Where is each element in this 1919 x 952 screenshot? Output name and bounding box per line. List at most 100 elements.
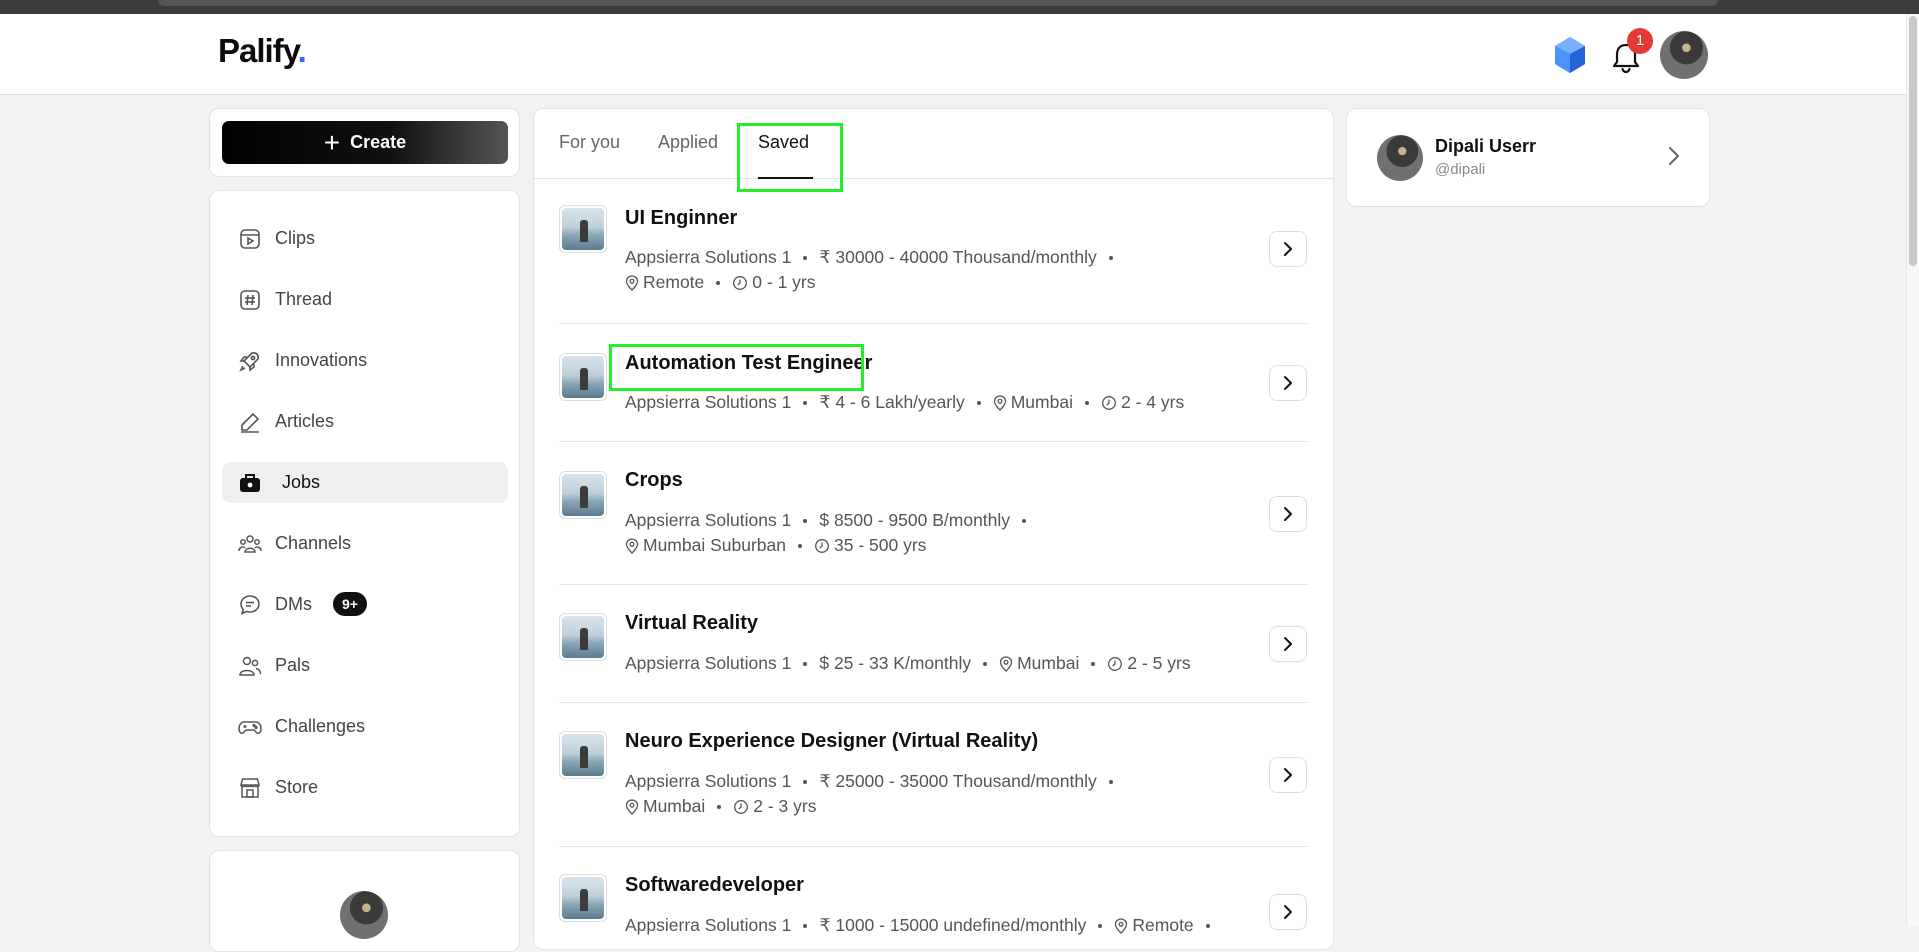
sidebar-item-thread[interactable]: Thread (222, 279, 508, 320)
sidebar-item-label: Challenges (275, 716, 366, 736)
clips-icon (240, 229, 260, 249)
job-meta-line: Appsierra Solutions 1 $ 25 - 33 K/monthl… (625, 653, 1191, 674)
location: Mumbai Suburban (643, 535, 786, 555)
job-meta-line: Appsierra Solutions 1 ₹ 25000 - 35000 Th… (625, 771, 1125, 792)
avatar[interactable] (340, 891, 388, 939)
salary: ₹ 4 - 6 Lakh/yearly (819, 392, 965, 412)
sidebar-item-jobs[interactable]: Jobs (222, 462, 508, 503)
scrollbar-thumb[interactable] (1909, 16, 1917, 266)
location: Remote (643, 272, 705, 292)
clock-icon (1108, 656, 1123, 671)
sidebar-item-label: Innovations (275, 350, 368, 370)
sidebar-item-challenges[interactable]: Challenges (222, 706, 508, 747)
gamepad-icon (238, 721, 262, 734)
sidebar-item-label: Clips (275, 228, 316, 248)
tab-saved[interactable]: Saved (758, 132, 809, 153)
sidebar-item-label: Articles (275, 411, 335, 431)
sidebar-item-store[interactable]: Store (222, 767, 508, 808)
chevron-right-icon (1284, 376, 1292, 390)
job-card[interactable]: Softwaredeveloper Appsierra Solutions 1 … (559, 846, 1307, 949)
company-name: Appsierra Solutions 1 (625, 247, 792, 267)
sidebar-item-channels[interactable]: Channels (222, 523, 508, 564)
location: Mumbai (643, 796, 706, 816)
job-card[interactable]: Automation Test Engineer Appsierra Solut… (559, 323, 1307, 442)
company-logo (559, 205, 607, 253)
chevron-right-icon (1284, 905, 1292, 919)
user-avatar[interactable] (1660, 31, 1708, 79)
sidebar-item-label: DMs (275, 594, 312, 614)
location-pin-icon (993, 394, 1006, 411)
job-card[interactable]: UI Enginner Appsierra Solutions 1 ₹ 3000… (559, 179, 1307, 324)
sidebar-item-clips[interactable]: Clips (222, 218, 508, 259)
clock-icon (733, 275, 748, 290)
open-job-button[interactable] (1269, 757, 1307, 793)
company-name: Appsierra Solutions 1 (625, 771, 792, 791)
job-title[interactable]: UI Enginner (625, 207, 737, 230)
experience: 2 - 3 yrs (753, 796, 817, 816)
mini-profile-card (209, 850, 520, 952)
clock-icon (734, 799, 749, 814)
location-pin-icon (625, 537, 639, 554)
job-meta-line: Remote 0 - 1 yrs (625, 272, 816, 293)
palify-logo[interactable]: Palify. (218, 32, 307, 70)
tab-for-you[interactable]: For you (559, 132, 620, 153)
browser-chrome-strip (0, 0, 1919, 14)
sidebar-item-innovations[interactable]: Innovations (222, 340, 508, 381)
job-title[interactable]: Automation Test Engineer (625, 352, 872, 375)
top-header: Palify. 1 (0, 14, 1919, 95)
job-title[interactable]: Virtual Reality (625, 612, 758, 635)
job-meta-line: Mumbai 2 - 3 yrs (625, 796, 816, 817)
sidebar-item-pals[interactable]: Pals (222, 645, 508, 686)
page-scrollbar[interactable] (1906, 14, 1919, 926)
location-pin-icon (625, 798, 639, 815)
job-title[interactable]: Crops (625, 469, 683, 492)
location: Mumbai (1017, 653, 1080, 673)
briefcase-icon (240, 474, 260, 492)
chevron-right-icon (1284, 637, 1292, 651)
experience: 35 - 500 yrs (834, 535, 927, 555)
open-job-button[interactable] (1269, 231, 1307, 267)
chevron-right-icon (1284, 768, 1292, 782)
job-card[interactable]: Crops Appsierra Solutions 1 $ 8500 - 950… (559, 441, 1307, 585)
salary: $ 25 - 33 K/monthly (819, 653, 972, 673)
sidebar-item-label: Store (275, 777, 319, 797)
jobs-panel: For you Applied Saved UI Enginner Appsie… (533, 108, 1334, 950)
avatar (1377, 135, 1423, 181)
location: Mumbai (1010, 392, 1073, 412)
pencil-icon (241, 412, 260, 433)
job-meta-line: Appsierra Solutions 1 ₹ 4 - 6 Lakh/yearl… (625, 392, 1184, 413)
clock-icon (1102, 395, 1116, 410)
open-job-button[interactable] (1269, 496, 1307, 532)
company-name: Appsierra Solutions 1 (625, 653, 792, 673)
sidebar-item-articles[interactable]: Articles (222, 401, 508, 442)
location-pin-icon (999, 655, 1013, 672)
sidebar-nav: Clips Thread Innovations Articles Jobs C… (209, 190, 520, 837)
jobs-tabs: For you Applied Saved (534, 109, 1333, 179)
job-meta-line: Appsierra Solutions 1 ₹ 30000 - 40000 Th… (625, 247, 1125, 268)
chevron-right-icon (1669, 147, 1679, 165)
company-logo (559, 471, 607, 519)
job-title[interactable]: Softwaredeveloper (625, 874, 804, 897)
company-logo (559, 731, 607, 779)
plus-icon: + (323, 126, 341, 158)
sidebar-item-label: Pals (275, 655, 311, 675)
gem-icon[interactable] (1553, 36, 1587, 74)
job-card[interactable]: Neuro Experience Designer (Virtual Reali… (559, 702, 1307, 847)
profile-card[interactable]: Dipali Userr @dipali (1346, 108, 1710, 207)
job-card[interactable]: Virtual Reality Appsierra Solutions 1 $ … (559, 584, 1307, 703)
chevron-right-icon (1284, 507, 1292, 521)
sidebar-item-dms[interactable]: DMs 9+ (222, 584, 508, 625)
open-job-button[interactable] (1269, 626, 1307, 662)
job-title[interactable]: Neuro Experience Designer (Virtual Reali… (625, 730, 1038, 753)
open-job-button[interactable] (1269, 894, 1307, 930)
company-logo (559, 874, 607, 922)
create-card: + Create (209, 108, 520, 177)
open-job-button[interactable] (1269, 365, 1307, 401)
location-pin-icon (625, 274, 639, 291)
create-button[interactable]: + Create (222, 121, 508, 164)
pals-icon (239, 656, 262, 676)
tab-applied[interactable]: Applied (658, 132, 718, 153)
job-meta-line: Appsierra Solutions 1 $ 8500 - 9500 B/mo… (625, 510, 1038, 531)
clock-icon (815, 538, 829, 553)
salary: ₹ 30000 - 40000 Thousand/monthly (819, 247, 1097, 267)
